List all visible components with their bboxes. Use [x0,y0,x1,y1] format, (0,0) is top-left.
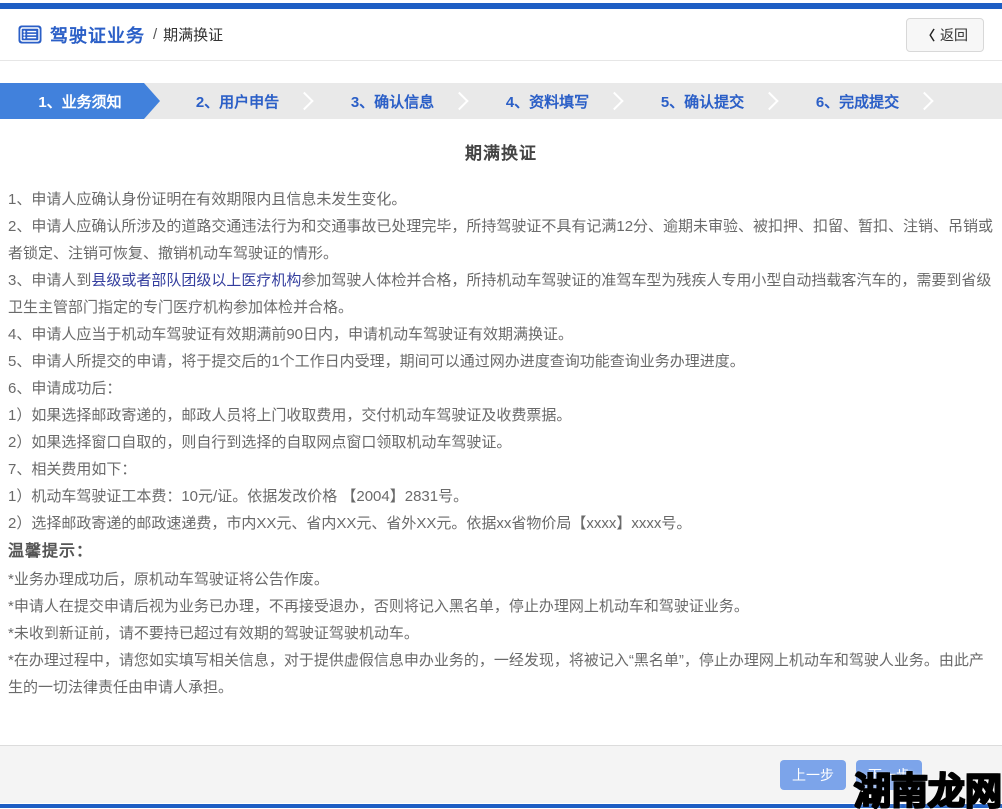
notice-line: 4、申请人应当于机动车驾驶证有效期满前90日内，申请机动车驾驶证有效期满换证。 [8,321,994,348]
step-label: 1、业务须知 [38,91,121,112]
notice-segment: 5、申请人所提交的申请，将于提交后的1个工作日内受理，期间可以通过网办进度查询功… [8,353,745,370]
notice-segment: 1）机动车驾驶证工本费：10元/证。依据发改价格 【2004】2831号。 [8,488,468,505]
notice-line: 3、申请人到县级或者部队团级以上医疗机构参加驾驶人体检并合格，所持机动车驾驶证的… [8,267,994,321]
step-5: 5、确认提交 [625,83,780,119]
notice-line: 6、申请成功后： [8,375,994,402]
watermark-part1: 湖南 [854,771,928,809]
notice-line: *在办理过程中，请您如实填写相关信息，对于提供虚假信息申办业务的，一经发现，将被… [8,647,994,701]
step-label: 3、确认信息 [351,91,434,112]
notice-line: 2）选择邮政寄递的邮政速递费，市内XX元、省内XX元、省外XX元。依据xx省物价… [8,510,994,537]
tip-heading: 温馨提示： [8,537,994,566]
notice-line: 5、申请人所提交的申请，将于提交后的1个工作日内受理，期间可以通过网办进度查询功… [8,348,994,375]
medical-org-highlight: 县级或者部队团级以上医疗机构 [91,272,301,289]
notice-segment: 2、申请人应确认所涉及的道路交通违法行为和交通事故已处理完毕，所持驾驶证不具有记… [8,218,993,262]
notice-text: 1、申请人应确认身份证明在有效期限内且信息未发生变化。 2、申请人应确认所涉及的道… [8,186,994,701]
notice-line: 1）机动车驾驶证工本费：10元/证。依据发改价格 【2004】2831号。 [8,483,994,510]
back-button-label: 返回 [940,25,968,45]
breadcrumb-separator: / [153,26,157,43]
chevron-left-icon: 〈 [922,25,935,44]
page: 驾驶证业务 / 期满换证 〈 返回 1、业务须知 2、用户申告 3、确认信息 4、资料… [0,3,1002,809]
notice-segment: *申请人在提交申请后视为业务已办理，不再接受退办，否则将记入黑名单，停止办理网上… [8,598,749,615]
notice-segment: 1、申请人应确认身份证明在有效期限内且信息未发生变化。 [8,191,406,208]
notice-segment: 2）如果选择窗口自取的，则自行到选择的自取网点窗口领取机动车驾驶证。 [8,434,511,451]
notice-segment: 1）如果选择邮政寄递的，邮政人员将上门收取费用，交付机动车驾驶证及收费票据。 [8,407,571,424]
notice-line: 2、申请人应确认所涉及的道路交通违法行为和交通事故已处理完毕，所持驾驶证不具有记… [8,213,994,267]
header: 驾驶证业务 / 期满换证 〈 返回 [0,9,1002,61]
back-button[interactable]: 〈 返回 [906,18,984,52]
notice-line: 2）如果选择窗口自取的，则自行到选择的自取网点窗口领取机动车驾驶证。 [8,429,994,456]
step-3: 3、确认信息 [315,83,470,119]
notice-line: 1、申请人应确认身份证明在有效期限内且信息未发生变化。 [8,186,994,213]
notice-segment: 4、申请人应当于机动车驾驶证有效期满前90日内，申请机动车驾驶证有效期满换证。 [8,326,573,343]
step-bar: 1、业务须知 2、用户申告 3、确认信息 4、资料填写 5、确认提交 6、完成提交 [0,83,1002,119]
notice-line: *未收到新证前，请不要持已超过有效期的驾驶证驾驶机动车。 [8,620,994,647]
notice-line: 1）如果选择邮政寄递的，邮政人员将上门收取费用，交付机动车驾驶证及收费票据。 [8,402,994,429]
watermark-part2: 龙网 [928,771,1002,809]
notice-line: 7、相关费用如下： [8,456,994,483]
notice-segment: 温馨提示： [8,543,93,560]
notice-segment: 3、申请人到 [8,272,91,289]
notice-segment: *业务办理成功后，原机动车驾驶证将公告作废。 [8,571,329,588]
footer: 上一步 下一步 [0,745,1002,803]
main-content: 期满换证 1、申请人应确认身份证明在有效期限内且信息未发生变化。 2、申请人应确认… [0,119,1002,704]
step-label: 5、确认提交 [661,91,744,112]
step-6: 6、完成提交 [780,83,935,119]
step-label: 6、完成提交 [816,91,899,112]
breadcrumb-section: 驾驶证业务 [50,22,145,48]
watermark: 湖南龙网 [854,773,1002,809]
notice-segment: 2）选择邮政寄递的邮政速递费，市内XX元、省内XX元、省外XX元。依据xx省物价… [8,515,691,532]
prev-step-button[interactable]: 上一步 [780,760,846,790]
list-icon [18,25,42,44]
step-1: 1、业务须知 [0,83,160,119]
step-label: 4、资料填写 [506,91,589,112]
step-2: 2、用户申告 [160,83,315,119]
bottom-accent-bar [0,804,1002,808]
step-4: 4、资料填写 [470,83,625,119]
notice-line: *申请人在提交申请后视为业务已办理，不再接受退办，否则将记入黑名单，停止办理网上… [8,593,994,620]
page-title: 期满换证 [8,139,994,164]
notice-segment: *在办理过程中，请您如实填写相关信息，对于提供虚假信息申办业务的，一经发现，将被… [8,652,984,696]
step-bar-filler [935,83,1002,119]
step-label: 2、用户申告 [196,91,279,112]
breadcrumb-page: 期满换证 [163,24,223,45]
notice-line: *业务办理成功后，原机动车驾驶证将公告作废。 [8,566,994,593]
notice-segment: *未收到新证前，请不要持已超过有效期的驾驶证驾驶机动车。 [8,625,419,642]
notice-segment: 6、申请成功后： [8,380,121,397]
notice-segment: 7、相关费用如下： [8,461,136,478]
